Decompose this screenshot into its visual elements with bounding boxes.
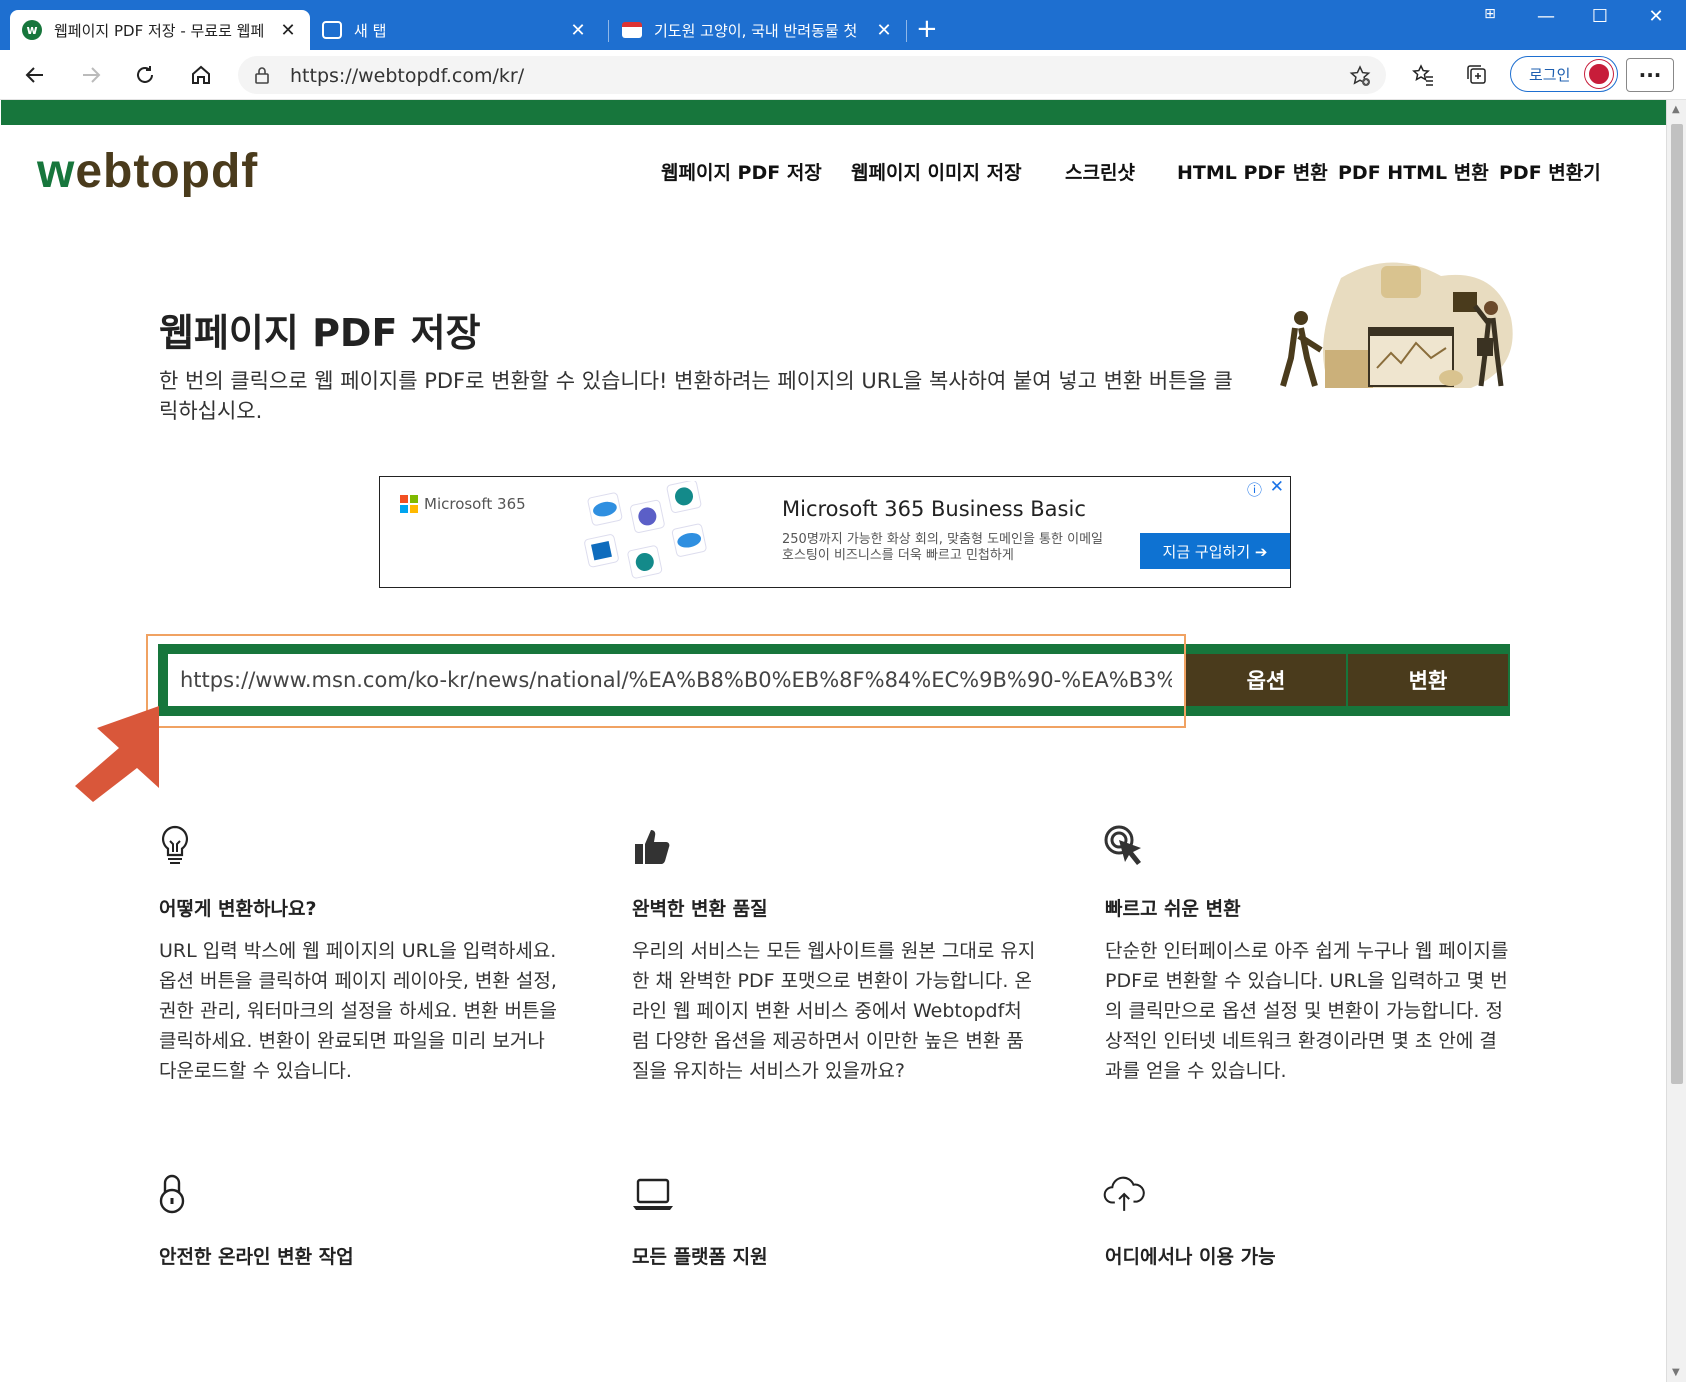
settings-more-button[interactable]: ··· <box>1626 58 1674 92</box>
profile-avatar <box>1585 60 1613 88</box>
home-icon <box>192 65 210 84</box>
feature-title: 모든 플랫폼 지원 <box>632 1246 768 1268</box>
nav-screenshot[interactable]: 스크린샷 <box>1065 158 1135 185</box>
top-green-band <box>1 100 1666 125</box>
hero-illustration <box>1280 262 1513 388</box>
login-button[interactable]: 로그인 <box>1510 56 1618 92</box>
new-tab-favicon-icon <box>322 21 342 39</box>
click-cursor-icon <box>1104 825 1141 865</box>
feature-text: URL 입력 박스에 웹 페이지의 URL을 입력하세요. 옵션 버튼을 클릭하… <box>159 940 557 1082</box>
browser-titlebar: w 웹페이지 PDF 저장 - 무료로 웹페 ✕ 새 탭 ✕ 기도원 고양이, … <box>0 0 1686 50</box>
ad-text: 250명까지 가능한 화상 회의, 맞춤형 도메인을 통한 이메일 호스팅이 비… <box>782 532 1103 563</box>
webpage: webtopdf 웹페이지 PDF 저장 웹페이지 이미지 저장 스크린샷 HT… <box>1 100 1666 1382</box>
back-arrow-icon <box>25 67 43 83</box>
lightbulb-icon <box>161 825 189 864</box>
tab-webtopdf[interactable]: w 웹페이지 PDF 저장 - 무료로 웹페 ✕ <box>10 10 310 50</box>
cloud-upload-icon <box>1103 1176 1145 1211</box>
maximize-button[interactable]: ☐ <box>1580 6 1620 27</box>
tab-separator <box>906 20 907 42</box>
feature-title: 안전한 온라인 변환 작업 <box>159 1246 354 1268</box>
tab-close-icon[interactable]: ✕ <box>568 20 588 41</box>
thumbs-up-icon <box>635 830 670 864</box>
refresh-icon <box>137 66 153 83</box>
nav-html-to-pdf[interactable]: HTML PDF 변환 <box>1177 158 1328 185</box>
webtopdf-logo[interactable]: webtopdf <box>37 144 258 199</box>
news-favicon-icon <box>622 22 642 38</box>
ad-title[interactable]: Microsoft 365 Business Basic <box>782 497 1086 521</box>
minimize-button[interactable]: — <box>1526 6 1566 27</box>
nav-pdf-to-html[interactable]: PDF HTML 변환 <box>1338 158 1489 185</box>
scrollbar-thumb[interactable] <box>1671 124 1683 1084</box>
microsoft-squares-icon <box>400 495 418 513</box>
page-title: 웹페이지 PDF 저장 <box>159 311 481 355</box>
tab-title: 기도원 고양이, 국내 반려동물 첫 <box>654 21 858 40</box>
nav-pdf-converter[interactable]: PDF 변환기 <box>1499 158 1601 185</box>
lock-icon[interactable] <box>252 65 272 85</box>
office-apps-icon <box>584 481 707 579</box>
back-button[interactable] <box>18 58 52 92</box>
favorites-icon <box>1412 64 1433 86</box>
nav-webpage-image[interactable]: 웹페이지 이미지 저장 <box>851 158 1022 185</box>
tab-new-tab[interactable]: 새 탭 ✕ <box>310 10 600 50</box>
forward-button[interactable] <box>74 58 108 92</box>
browser-toolbar: https://webtopdf.com/kr/ 로그인 ··· <box>0 50 1686 100</box>
nav-webpage-pdf[interactable]: 웹페이지 PDF 저장 <box>661 158 822 185</box>
logo-text: ebtopdf <box>75 145 259 198</box>
ad-buy-button[interactable]: 지금 구입하기 ➔ <box>1140 533 1290 569</box>
ad-info-icon[interactable]: ⓘ <box>1247 479 1262 500</box>
refresh-button[interactable] <box>128 58 162 92</box>
close-window-button[interactable]: ✕ <box>1636 6 1676 27</box>
feature-text: 단순한 인터페이스로 아주 쉽게 누구나 웹 페이지를 PDF로 변환할 수 있… <box>1105 940 1509 1082</box>
webtopdf-favicon-icon: w <box>22 20 42 40</box>
tab-title: 웹페이지 PDF 저장 - 무료로 웹페 <box>54 21 265 40</box>
scroll-up-icon[interactable]: ▲ <box>1672 104 1680 115</box>
new-tab-button[interactable]: + <box>916 14 938 44</box>
login-label: 로그인 <box>1529 65 1571 84</box>
ad-banner[interactable]: Microsoft 365 Microsoft 365 Business Bas… <box>379 476 1291 588</box>
address-bar[interactable]: https://webtopdf.com/kr/ <box>238 56 1386 94</box>
tab-separator <box>608 20 609 42</box>
tab-msn-news[interactable]: 기도원 고양이, 국내 반려동물 첫 ✕ <box>610 10 906 50</box>
laptop-icon <box>633 1178 673 1210</box>
microsoft-logo: Microsoft 365 <box>400 495 526 513</box>
annotation-highlight-box <box>146 634 1186 728</box>
tab-close-icon[interactable]: ✕ <box>278 20 298 41</box>
tab-close-icon[interactable]: ✕ <box>874 20 894 41</box>
collections-icon <box>1467 65 1486 84</box>
feature-title: 어떻게 변환하나요? <box>159 898 317 920</box>
address-url[interactable]: https://webtopdf.com/kr/ <box>290 65 524 87</box>
scroll-down-icon[interactable]: ▼ <box>1672 1367 1680 1378</box>
collections-button[interactable] <box>1460 58 1494 92</box>
home-button[interactable] <box>184 58 218 92</box>
feature-title: 빠르고 쉬운 변환 <box>1105 898 1241 920</box>
ad-brand: Microsoft 365 <box>424 495 526 513</box>
ad-close-icon[interactable]: ✕ <box>1270 477 1284 497</box>
add-favorite-icon[interactable] <box>1348 64 1372 88</box>
tab-title: 새 탭 <box>354 21 387 40</box>
page-description: 한 번의 클릭으로 웹 페이지를 PDF로 변환할 수 있습니다! 변환하려는 … <box>159 369 1233 423</box>
forward-arrow-icon <box>83 67 101 83</box>
lock-icon <box>159 1174 185 1214</box>
favorites-button[interactable] <box>1406 58 1440 92</box>
logo-w: w <box>37 145 76 198</box>
options-button[interactable]: 옵션 <box>1186 654 1346 706</box>
feature-title: 어디에서나 이용 가능 <box>1105 1246 1276 1268</box>
feature-title: 완벽한 변환 품질 <box>632 898 768 920</box>
annotation-arrow-icon <box>75 706 159 802</box>
tab-actions-icon[interactable]: ⊞ <box>1470 6 1510 22</box>
feature-text: 우리의 서비스는 모든 웹사이트를 원본 그대로 유지한 채 완벽한 PDF 포… <box>632 940 1036 1082</box>
convert-button[interactable]: 변환 <box>1348 654 1508 706</box>
page-scrollbar[interactable]: ▲ ▼ <box>1666 100 1686 1382</box>
